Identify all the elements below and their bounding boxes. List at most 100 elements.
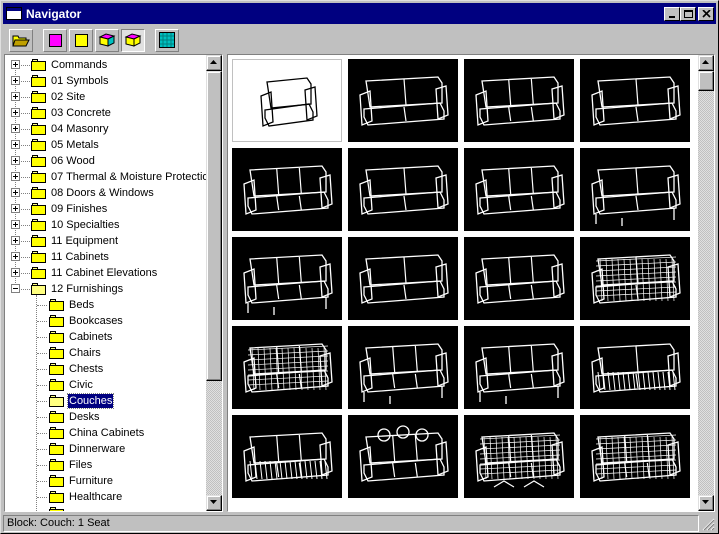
tree-item[interactable]: 08 Doors & Windows	[5, 185, 206, 201]
tree-item-label: Civic	[69, 379, 93, 391]
window-app-icon[interactable]	[6, 7, 22, 20]
block-tile-couch-bench-legs-a[interactable]	[580, 148, 690, 231]
maximize-button[interactable]	[680, 6, 696, 21]
block-tile-couch-2-seat-c[interactable]	[348, 148, 458, 231]
block-tile-couch-victorian[interactable]	[348, 415, 458, 498]
collapse-minus-icon[interactable]	[11, 284, 20, 293]
title-bar[interactable]: Navigator	[3, 3, 716, 24]
grid-view-button[interactable]	[155, 28, 179, 52]
tree-item-label: 11 Cabinet Elevations	[51, 267, 158, 279]
expand-plus-icon[interactable]	[11, 268, 20, 277]
couch-icon	[591, 254, 681, 304]
block-tile-couch-2-seat-plaid[interactable]	[580, 237, 690, 320]
block-tile-couch-3-seat-legs[interactable]	[232, 237, 342, 320]
tree-item[interactable]: Healthcare	[5, 489, 206, 505]
block-tile-couch-3-seat-plaid[interactable]	[232, 326, 342, 409]
tree-item[interactable]: 03 Concrete	[5, 105, 206, 121]
tree-item[interactable]: Commands	[5, 57, 206, 73]
folder-icon	[31, 187, 47, 199]
couch-icon	[359, 425, 449, 482]
expand-plus-icon[interactable]	[11, 92, 20, 101]
category-tree[interactable]: Commands 01 Symbols 02 Site 03 Concrete 04 M…	[4, 54, 223, 512]
tree-item[interactable]: 09 Finishes	[5, 201, 206, 217]
block-tile-couch-tufted-set[interactable]	[464, 415, 574, 498]
block-tile-couch-1-seat[interactable]	[232, 59, 342, 142]
minimize-button[interactable]	[664, 6, 680, 21]
block-tile-couch-3-seat-b[interactable]	[232, 148, 342, 231]
expand-plus-icon[interactable]	[11, 220, 20, 229]
tree-item[interactable]: 06 Wood	[5, 153, 206, 169]
block-tile-couch-3-seat-rolled[interactable]	[464, 237, 574, 320]
yellow-color-button[interactable]	[69, 28, 93, 52]
expand-plus-icon[interactable]	[11, 188, 20, 197]
tree-item[interactable]: 12 Furnishings	[5, 281, 206, 297]
expand-plus-icon[interactable]	[11, 204, 20, 213]
tree-item[interactable]: 11 Equipment	[5, 233, 206, 249]
toolbar	[3, 26, 716, 54]
tree-connector-line	[37, 369, 47, 370]
tree-item[interactable]: Cabinets	[5, 329, 206, 345]
couch-icon	[243, 165, 333, 215]
block-tile-couch-2-seat-a[interactable]	[348, 59, 458, 142]
tree-item-label: 03 Concrete	[51, 107, 111, 119]
block-tile-couch-3-seat-frame-b[interactable]	[464, 326, 574, 409]
tree-item[interactable]: 11 Cabinet Elevations	[5, 265, 206, 281]
tree-item[interactable]: Couches	[5, 393, 206, 409]
expand-plus-icon[interactable]	[11, 124, 20, 133]
tree-item[interactable]: Civic	[5, 377, 206, 393]
block-tile-couch-3-seat-frame[interactable]	[348, 326, 458, 409]
grid-scroll-thumb[interactable]	[698, 71, 714, 91]
expand-plus-icon[interactable]	[11, 108, 20, 117]
tree-scroll-up-button[interactable]	[206, 55, 222, 71]
tree-item[interactable]: 07 Thermal & Moisture Protection	[5, 169, 215, 185]
tree-item[interactable]: 05 Metals	[5, 137, 206, 153]
close-button[interactable]	[698, 6, 714, 21]
tree-item[interactable]	[5, 505, 206, 511]
tree-scroll-down-button[interactable]	[206, 495, 222, 511]
tree-item[interactable]: Bookcases	[5, 313, 206, 329]
tree-item[interactable]: Chests	[5, 361, 206, 377]
expand-plus-icon[interactable]	[11, 60, 20, 69]
cube-yellow-view-button[interactable]	[121, 28, 145, 52]
tree-item[interactable]: 10 Specialties	[5, 217, 206, 233]
tree-item[interactable]: Beds	[5, 297, 206, 313]
expand-plus-icon[interactable]	[11, 140, 20, 149]
block-tile-couch-3-seat-striped[interactable]	[232, 415, 342, 498]
tree-scroll-thumb[interactable]	[206, 71, 222, 381]
expand-plus-icon[interactable]	[11, 252, 20, 261]
magenta-color-button[interactable]	[43, 28, 67, 52]
tree-item[interactable]: Desks	[5, 409, 206, 425]
folder-icon	[31, 251, 47, 263]
block-tile-couch-3-seat-c[interactable]	[464, 148, 574, 231]
tree-item-label: Beds	[69, 299, 95, 311]
tree-item[interactable]: 04 Masonry	[5, 121, 206, 137]
cube-view-button[interactable]	[95, 28, 119, 52]
grid-scroll-up-button[interactable]	[698, 55, 714, 71]
tree-item[interactable]: 01 Symbols	[5, 73, 206, 89]
grid-scrollbar[interactable]	[698, 55, 714, 511]
block-tile-couch-2-seat-b[interactable]	[580, 59, 690, 142]
tree-item-label: 05 Metals	[51, 139, 99, 151]
expand-plus-icon[interactable]	[11, 156, 20, 165]
expand-plus-icon[interactable]	[11, 172, 20, 181]
tree-item-label: Commands	[51, 59, 108, 71]
tree-item[interactable]: Chairs	[5, 345, 206, 361]
expand-plus-icon[interactable]	[11, 236, 20, 245]
tree-item[interactable]: China Cabinets	[5, 425, 206, 441]
tree-item[interactable]: Files	[5, 457, 206, 473]
block-tile-couch-2-seat-rolled[interactable]	[348, 237, 458, 320]
block-preview-grid[interactable]	[227, 54, 715, 512]
tree-item[interactable]: 11 Cabinets	[5, 249, 206, 265]
block-tile-couch-camelback[interactable]	[580, 415, 690, 498]
expand-plus-icon[interactable]	[11, 76, 20, 85]
tree-scrollbar[interactable]	[206, 55, 222, 511]
resize-grip-icon[interactable]	[702, 518, 715, 531]
block-tile-couch-2-seat-striped[interactable]	[580, 326, 690, 409]
tree-item-label: 08 Doors & Windows	[51, 187, 154, 199]
tree-item[interactable]: 02 Site	[5, 89, 206, 105]
block-tile-couch-3-seat-a[interactable]	[464, 59, 574, 142]
grid-scroll-down-button[interactable]	[698, 495, 714, 511]
tree-item[interactable]: Furniture	[5, 473, 206, 489]
open-folder-button[interactable]	[9, 28, 33, 52]
tree-item[interactable]: Dinnerware	[5, 441, 206, 457]
